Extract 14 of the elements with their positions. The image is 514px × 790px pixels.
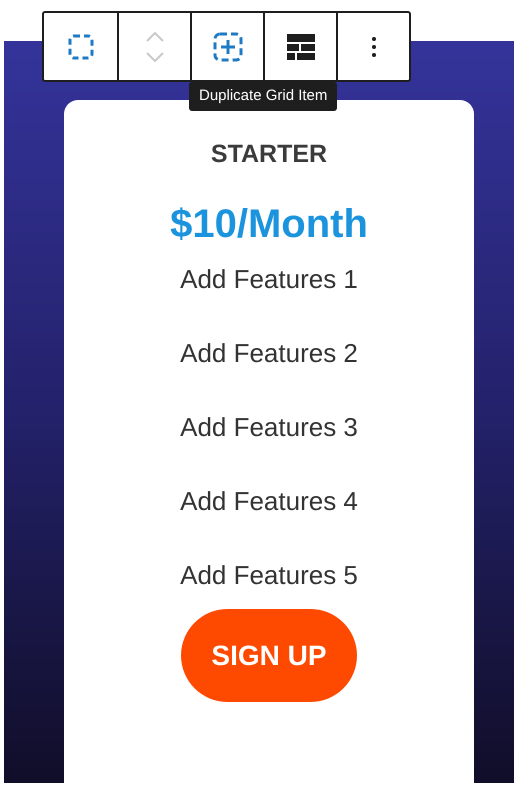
chevron-up-down-icon <box>144 30 166 64</box>
more-options-icon <box>370 36 376 58</box>
feature-text: Add Features 4 <box>180 488 358 514</box>
price: $10/Month <box>170 204 368 244</box>
tooltip: Duplicate Grid Item <box>189 82 338 111</box>
feature-text: Add Features 2 <box>180 340 358 366</box>
plan-title: STARTER <box>210 142 328 167</box>
select-parent-icon <box>66 32 94 60</box>
feature-text: Add Features 3 <box>180 414 358 440</box>
feature-text: Add Features 5 <box>180 562 358 588</box>
feature-text: Add Features 1 <box>180 266 358 292</box>
sign-up-button[interactable]: SIGN UP <box>181 609 357 702</box>
duplicate-icon <box>212 30 244 62</box>
grid-layout-icon <box>286 34 314 60</box>
